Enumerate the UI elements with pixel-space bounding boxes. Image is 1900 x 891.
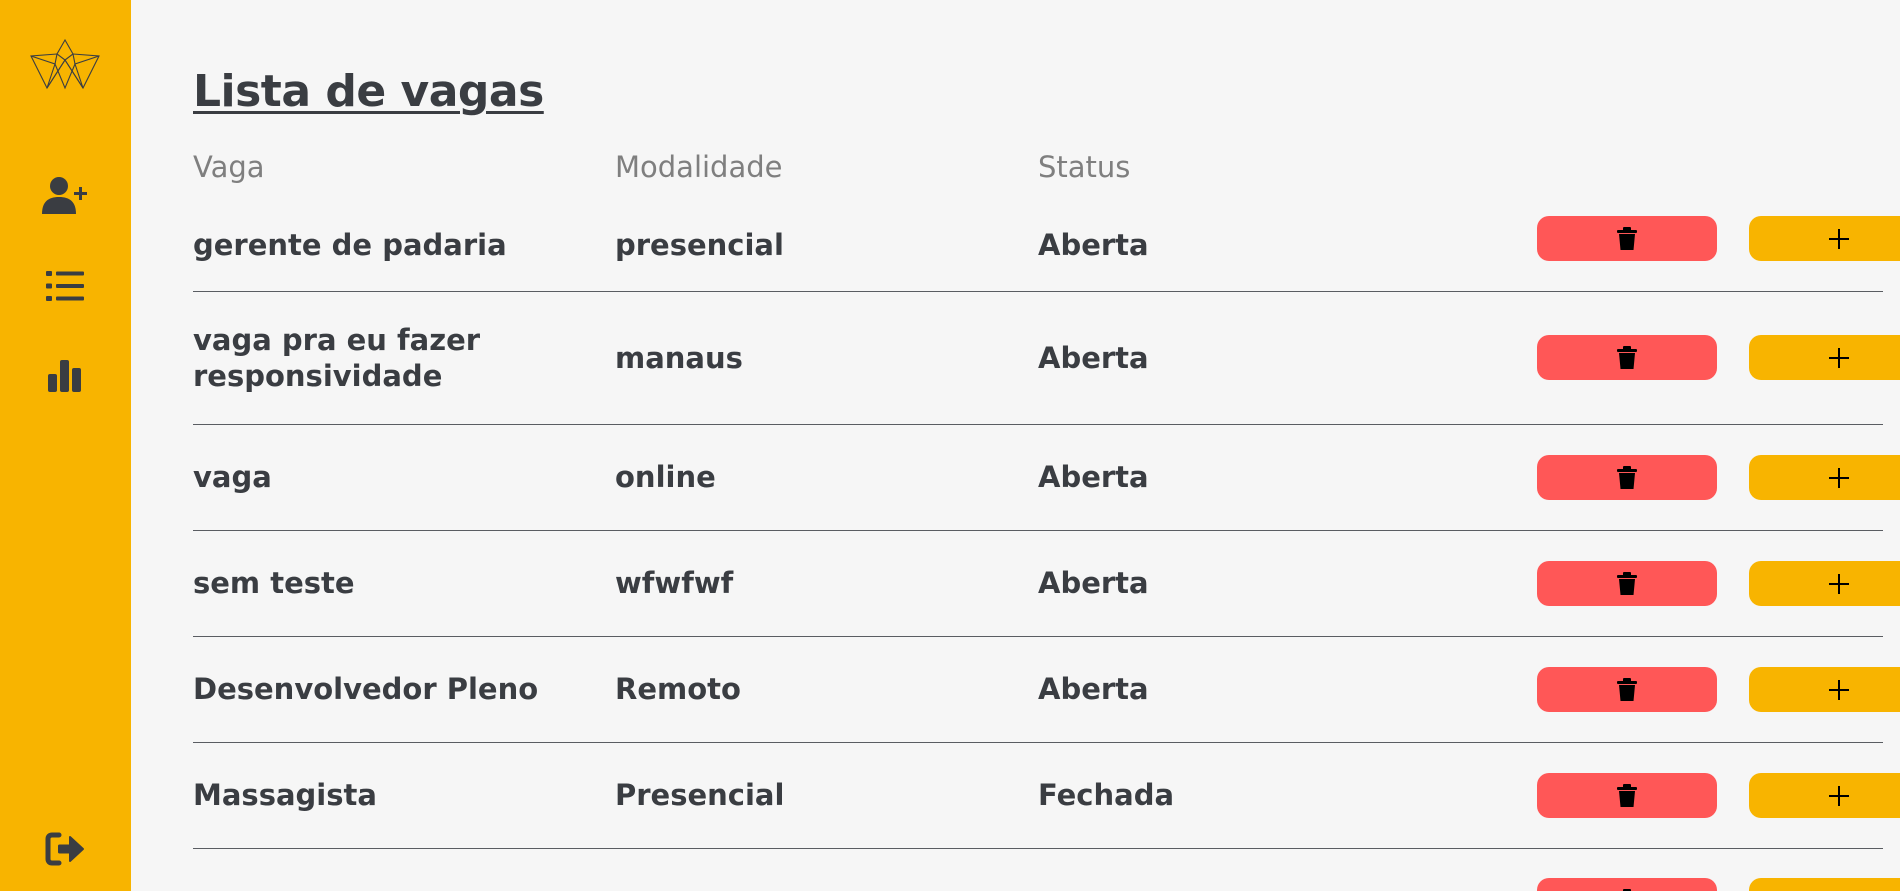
table-row xyxy=(193,849,1900,891)
delete-button[interactable] xyxy=(1537,773,1717,818)
job-modality: wfwfwf xyxy=(615,566,734,601)
table-row: vaga pra eu fazer responsividade manaus … xyxy=(193,292,1900,425)
user-plus-icon xyxy=(42,177,87,214)
table-header: Vaga Modalidade Status xyxy=(193,150,1883,190)
column-header-vaga: Vaga xyxy=(193,150,265,184)
table-row: Desenvolvedor Pleno Remoto Aberta xyxy=(193,637,1900,743)
job-status: Aberta xyxy=(1038,566,1149,601)
add-button[interactable] xyxy=(1749,335,1900,380)
plus-icon xyxy=(1829,573,1849,594)
plus-icon xyxy=(1829,785,1849,806)
column-header-modalidade: Modalidade xyxy=(615,150,783,184)
trash-icon xyxy=(1617,571,1637,595)
job-title xyxy=(193,849,593,891)
add-button[interactable] xyxy=(1749,878,1900,891)
job-title: vaga pra eu fazer responsividade xyxy=(193,322,481,393)
job-modality: online xyxy=(615,460,716,495)
sidebar xyxy=(0,0,131,891)
job-title: Desenvolvedor Pleno xyxy=(193,672,539,707)
add-button[interactable] xyxy=(1749,216,1900,261)
add-button[interactable] xyxy=(1749,773,1900,818)
job-modality: manaus xyxy=(615,340,743,375)
add-user-nav-button[interactable] xyxy=(40,173,90,219)
plus-icon xyxy=(1829,347,1849,368)
delete-button[interactable] xyxy=(1537,878,1717,891)
delete-button[interactable] xyxy=(1537,667,1717,712)
add-button[interactable] xyxy=(1749,455,1900,500)
column-header-status: Status xyxy=(1038,150,1131,184)
bar-chart-icon xyxy=(48,360,81,392)
table-row: gerente de padaria presencial Aberta xyxy=(193,200,1900,292)
add-button[interactable] xyxy=(1749,667,1900,712)
job-modality: Remoto xyxy=(615,672,741,707)
plus-icon xyxy=(1829,228,1849,249)
job-list-nav-button[interactable] xyxy=(40,263,90,309)
trash-icon xyxy=(1617,677,1637,701)
delete-button[interactable] xyxy=(1537,335,1717,380)
logout-button[interactable] xyxy=(40,826,90,872)
job-title: sem teste xyxy=(193,566,355,601)
statistics-nav-button[interactable] xyxy=(40,353,90,399)
job-status: Aberta xyxy=(1038,460,1149,495)
add-button[interactable] xyxy=(1749,561,1900,606)
delete-button[interactable] xyxy=(1537,455,1717,500)
logout-icon xyxy=(45,832,84,866)
job-title: vaga xyxy=(193,460,272,495)
job-modality: presencial xyxy=(615,228,784,263)
job-title: gerente de padaria xyxy=(193,228,507,263)
job-status: Fechada xyxy=(1038,778,1175,813)
trash-icon xyxy=(1617,465,1637,489)
plus-icon xyxy=(1829,467,1849,488)
job-title: Massagista xyxy=(193,778,377,813)
origami-logo-icon[interactable] xyxy=(29,38,101,90)
delete-button[interactable] xyxy=(1537,216,1717,261)
trash-icon xyxy=(1617,783,1637,807)
job-status: Aberta xyxy=(1038,228,1149,263)
job-modality: Presencial xyxy=(615,778,785,813)
page-title: Lista de vagas xyxy=(193,66,544,117)
list-icon xyxy=(46,271,84,301)
main-content: Lista de vagas Vaga Modalidade Status ge… xyxy=(131,0,1900,891)
table-row: sem teste wfwfwf Aberta xyxy=(193,531,1900,637)
plus-icon xyxy=(1829,679,1849,700)
table-row: vaga online Aberta xyxy=(193,425,1900,531)
job-status: Aberta xyxy=(1038,672,1149,707)
trash-icon xyxy=(1617,226,1637,250)
job-status: Aberta xyxy=(1038,340,1149,375)
trash-icon xyxy=(1617,345,1637,369)
delete-button[interactable] xyxy=(1537,561,1717,606)
table-row: Massagista Presencial Fechada xyxy=(193,743,1900,849)
